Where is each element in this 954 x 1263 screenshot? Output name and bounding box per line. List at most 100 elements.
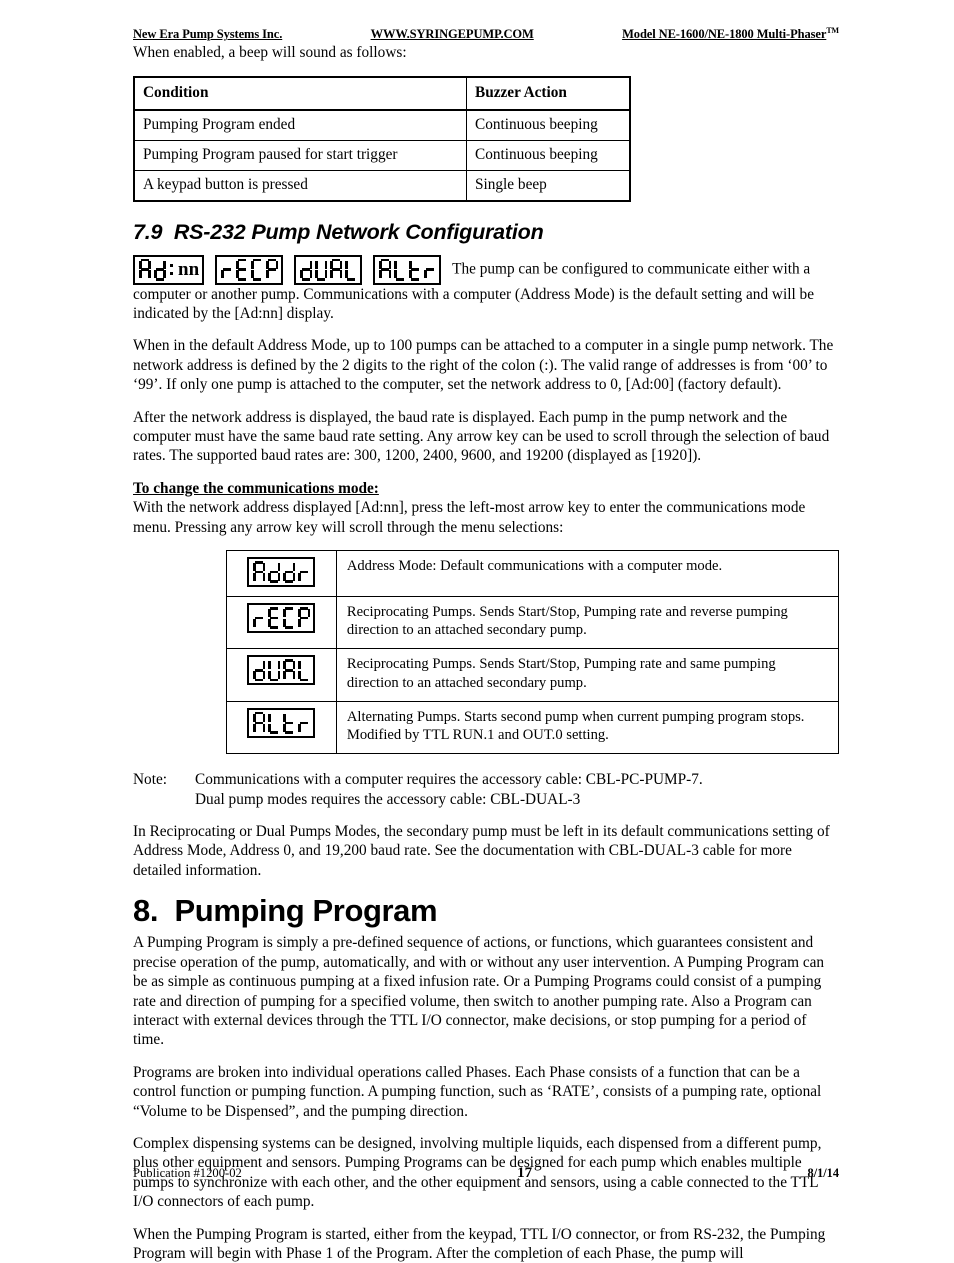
seven-segment-digit-r	[424, 259, 436, 281]
chapter-heading: 8. Pumping Program	[133, 893, 839, 929]
table-row: Reciprocating Pumps. Sends Start/Stop, P…	[226, 648, 840, 702]
page-content: New Era Pump Systems Inc. WWW.SYRINGEPUM…	[133, 26, 839, 1263]
seven-segment-digit-t	[283, 712, 295, 734]
seven-segment-digit-r	[298, 561, 310, 583]
mode-lcd-cell	[226, 596, 337, 650]
seven-segment-digit-U	[268, 659, 281, 682]
seven-segment-digit-P	[266, 258, 279, 281]
chapter-paragraph-1: A Pumping Program is simply a pre-define…	[133, 934, 825, 1049]
mode-lcd-cell	[226, 700, 337, 755]
intro-line: When enabled, a beep will sound as follo…	[133, 44, 407, 62]
seven-segment-digit-r	[298, 712, 310, 734]
mode-description: Reciprocating Pumps. Sends Start/Stop, P…	[335, 648, 840, 702]
lcd-intro-paragraph: nn The pump can be configured to communic…	[133, 254, 839, 324]
section-number: 7.9	[133, 219, 163, 244]
seven-segment-digit-A	[253, 711, 266, 734]
seven-segment-digit-r	[253, 607, 265, 629]
modes-table: Address Mode: Default communications wit…	[226, 550, 840, 755]
seven-segment-digit-L	[298, 659, 310, 682]
lcd-dual	[294, 254, 363, 285]
seven-segment-digit-C	[251, 258, 263, 281]
seven-segment-digit-C	[283, 607, 295, 630]
lcd-addr-digits	[253, 561, 310, 584]
lcd-dual-mode-digits	[253, 659, 310, 682]
chapter-title: Pumping Program	[174, 893, 438, 929]
lcd-addr	[247, 557, 316, 588]
change-mode-heading: To change the communications mode:	[133, 479, 379, 497]
lcd-recp-mode-digits	[253, 607, 311, 630]
lcd-recp	[215, 254, 284, 285]
seven-segment-digit-d	[154, 259, 166, 281]
runhead-company: New Era Pump Systems Inc.	[133, 27, 283, 42]
lcd-display-row: nn	[133, 254, 452, 285]
table-row: Alternating Pumps. Starts second pump wh…	[226, 700, 840, 755]
seven-segment-digit-P	[298, 607, 311, 629]
seven-segment-digit-E	[236, 258, 248, 281]
lcd-altr-mode	[247, 707, 316, 738]
mode-lcd-cell	[226, 648, 337, 702]
lcd-altr-mode-digits	[253, 711, 310, 734]
runhead-website: WWW.SYRINGEPUMP.COM	[370, 27, 534, 42]
note-line-2: Dual pump modes requires the accessory c…	[195, 790, 581, 808]
chapter-paragraph-4: When the Pumping Program is started, eit…	[133, 1225, 826, 1262]
runhead-model: Model NE-1600/NE-1800 Multi-PhaserTM	[622, 26, 839, 42]
table-row: Pumping Program paused for start trigger…	[133, 139, 631, 171]
mode-description: Alternating Pumps. Starts second pump wh…	[335, 700, 840, 755]
paragraph-baud-rate: After the network address is displayed, …	[133, 408, 830, 465]
lcd-colon	[169, 259, 175, 281]
note-line-1: Communications with a computer requires …	[195, 771, 703, 789]
cell-action: Single beep	[466, 169, 631, 202]
table-row: A keypad button is pressed Single beep	[133, 169, 631, 202]
lcd-altr	[373, 254, 442, 285]
trademark-symbol: TM	[826, 26, 839, 35]
seven-segment-digit-E	[268, 607, 280, 630]
paragraph-change-mode: With the network address displayed [Ad:n…	[133, 499, 806, 536]
seven-segment-digit-U	[315, 259, 328, 281]
seven-segment-digit-d	[300, 259, 313, 281]
table-header-row: Condition Buzzer Action	[133, 76, 631, 111]
running-head: New Era Pump Systems Inc. WWW.SYRINGEPUM…	[133, 26, 839, 42]
cell-action: Continuous beeping	[466, 139, 631, 171]
page-footer: Publication #1200-02 17 8/1/14	[133, 1165, 839, 1182]
header-condition: Condition	[133, 76, 467, 111]
document-page: New Era Pump Systems Inc. WWW.SYRINGEPUM…	[0, 0, 954, 1262]
buzzer-table: Condition Buzzer Action Pumping Program …	[133, 75, 631, 202]
seven-segment-digit-A	[330, 258, 343, 281]
cell-condition: A keypad button is pressed	[133, 169, 467, 202]
lcd-recp-mode	[247, 603, 316, 634]
cell-action: Continuous beeping	[466, 109, 631, 141]
lcd-dual-digits	[300, 258, 357, 281]
seven-segment-digit-A	[253, 561, 266, 583]
header-buzzer-action: Buzzer Action	[466, 76, 631, 111]
lcd-ad-nn-digits: nn	[139, 258, 200, 281]
footer-publication: Publication #1200-02	[133, 1166, 242, 1180]
seven-segment-digit-A	[379, 258, 392, 281]
paragraph-secondary-pump: In Reciprocating or Dual Pumps Modes, th…	[133, 823, 830, 879]
footer-page-number: 17	[517, 1165, 533, 1181]
table-row: Address Mode: Default communications wit…	[226, 550, 840, 598]
seven-segment-digit-d	[268, 561, 281, 584]
mode-lcd-cell	[226, 550, 337, 598]
seven-segment-digit-A	[139, 258, 151, 281]
seven-segment-digit-d	[283, 561, 296, 584]
mode-description: Address Mode: Default communications wit…	[335, 550, 840, 598]
section-title: RS-232 Pump Network Configuration	[173, 219, 544, 244]
seven-segment-digit-L	[345, 259, 357, 281]
lcd-text-value: nn	[178, 258, 200, 280]
chapter-paragraph-2: Programs are broken into individual oper…	[133, 1063, 822, 1120]
lcd-dual-mode	[247, 655, 316, 686]
note-block: Note: Communications with a computer requ…	[133, 770, 839, 809]
note-label: Note:	[133, 771, 167, 789]
table-row: Pumping Program ended Continuous beeping	[133, 109, 631, 141]
section-heading: 7.9 RS-232 Pump Network Configuration	[133, 220, 839, 245]
cell-condition: Pumping Program ended	[133, 109, 467, 141]
lcd-altr-digits	[379, 258, 436, 281]
lcd-ad-nn: nn	[133, 254, 205, 285]
footer-date: 8/1/14	[807, 1166, 839, 1180]
cell-condition: Pumping Program paused for start trigger	[133, 139, 467, 171]
seven-segment-digit-L	[268, 712, 280, 734]
seven-segment-digit-L	[394, 259, 406, 281]
lcd-recp-digits	[221, 258, 279, 281]
chapter-number: 8.	[133, 893, 159, 929]
seven-segment-digit-A	[283, 659, 296, 681]
